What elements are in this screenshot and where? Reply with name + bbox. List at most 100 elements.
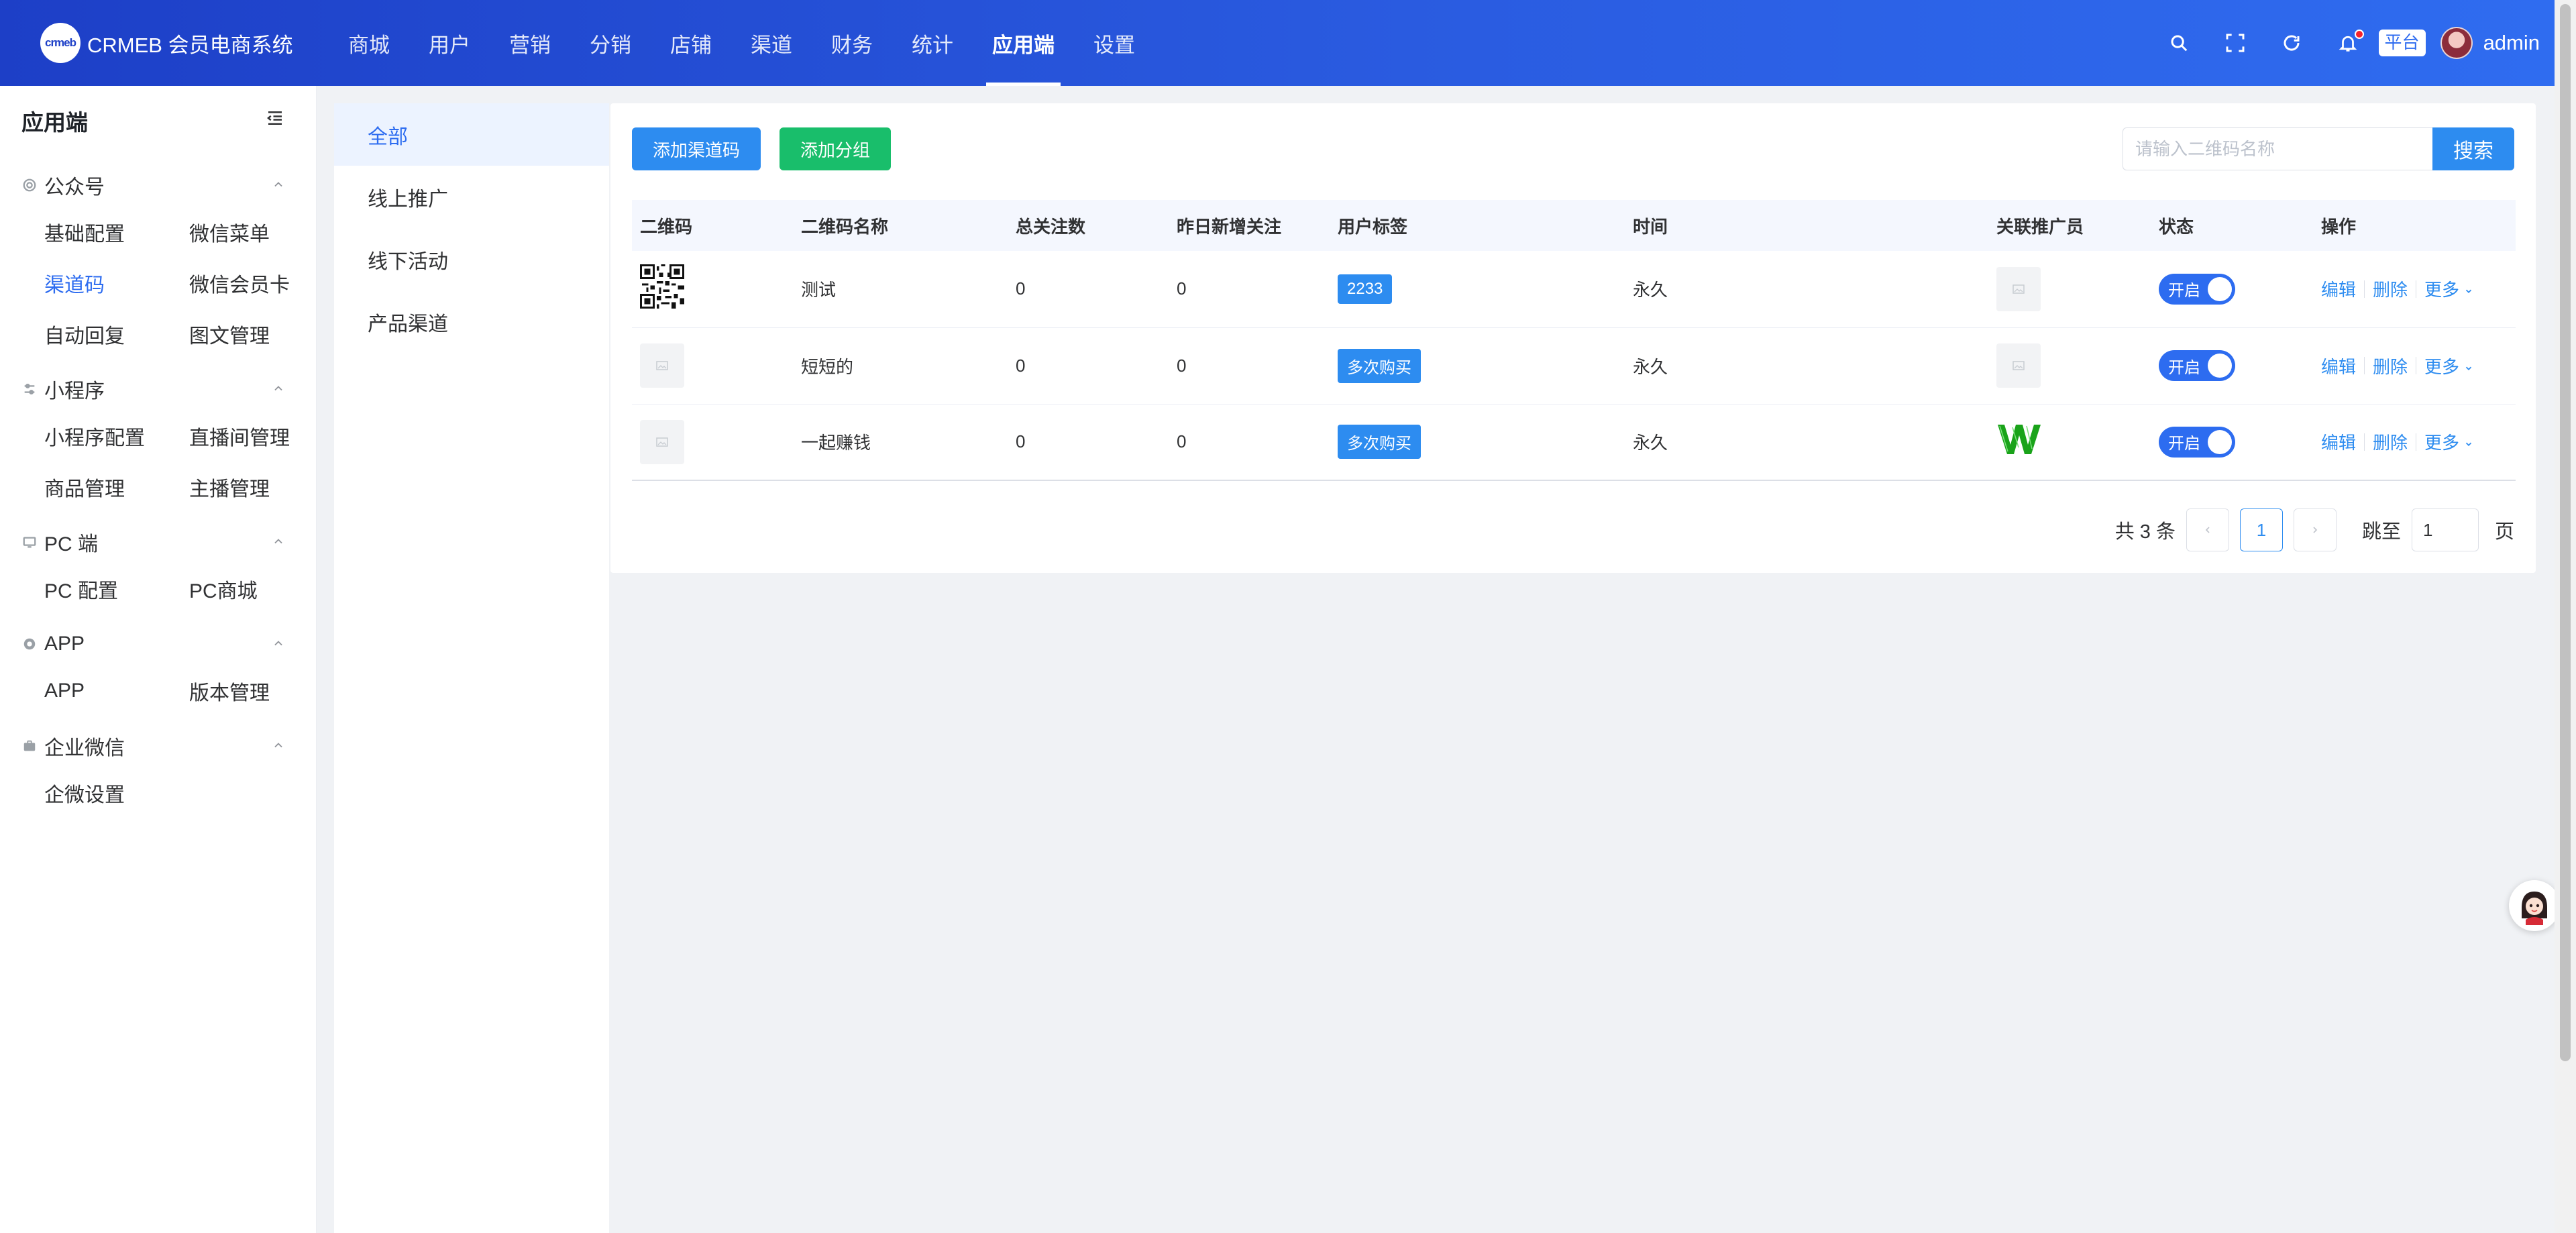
nav-item-app[interactable]: 应用端 (973, 0, 1074, 86)
qr-code-image[interactable] (640, 264, 792, 313)
sidebar-item-anchor[interactable]: 主播管理 (189, 462, 334, 513)
divider (2364, 433, 2365, 451)
nav-item-user[interactable]: 用户 (409, 0, 490, 86)
sidebar-item-mp-config[interactable]: 小程序配置 (44, 411, 189, 462)
switch-knob (2208, 429, 2232, 454)
sidebar-item-version[interactable]: 版本管理 (189, 665, 334, 716)
qr-image-placeholder-icon[interactable] (640, 343, 684, 388)
add-group-button[interactable]: 添加分组 (780, 127, 892, 170)
sidebar-item-member-card[interactable]: 微信会员卡 (189, 258, 334, 309)
search-icon[interactable] (2151, 21, 2207, 64)
sidebar-item-pc-config[interactable]: PC 配置 (44, 564, 189, 614)
official-account-icon (21, 177, 38, 193)
fullscreen-icon[interactable] (2207, 21, 2263, 64)
menu-group-official-account: 公众号 基础配置 微信菜单 渠道码 微信会员卡 自动回复 图文管理 (0, 164, 316, 360)
chevron-right-icon (2313, 527, 2318, 533)
row-actions: 编辑 删除 更多 (2321, 354, 2515, 378)
sidebar-title: 应用端 (21, 110, 88, 135)
add-channel-code-button[interactable]: 添加渠道码 (632, 127, 761, 170)
sidebar-item-live-room[interactable]: 直播间管理 (189, 411, 334, 462)
delete-link[interactable]: 删除 (2373, 354, 2408, 378)
qr-time: 永久 (1625, 404, 1988, 481)
sidebar-item-basic-config[interactable]: 基础配置 (44, 207, 189, 258)
brand-logo: crmeb (40, 23, 80, 63)
nav-item-store[interactable]: 店铺 (651, 0, 731, 86)
search-input[interactable] (2123, 127, 2432, 170)
menu-group-title[interactable]: 小程序 (0, 368, 316, 411)
sidebar-item-wechat-menu[interactable]: 微信菜单 (189, 207, 334, 258)
user-tag: 多次购买 (1338, 425, 1421, 460)
switch-knob (2208, 276, 2232, 301)
chevron-down-icon (2466, 442, 2472, 447)
collapse-menu-icon[interactable] (265, 108, 285, 133)
category-offline[interactable]: 线下活动 (334, 228, 609, 290)
edit-link[interactable]: 编辑 (2321, 354, 2356, 378)
jump-page-input[interactable]: 1 (2411, 508, 2479, 551)
username[interactable]: admin (2483, 31, 2540, 55)
status-switch-label: 开启 (2168, 435, 2200, 453)
chevron-up-icon (272, 531, 285, 553)
column-header: 二维码 (632, 200, 793, 251)
category-all[interactable]: 全部 (334, 103, 609, 166)
column-header: 二维码名称 (793, 200, 1008, 251)
divider (2364, 280, 2365, 298)
chevron-up-icon (272, 174, 285, 197)
qr-image-placeholder-icon[interactable] (640, 419, 684, 464)
platform-badge[interactable]: 平台 (2378, 30, 2426, 56)
switch-knob (2208, 354, 2232, 378)
sidebar-item-goods[interactable]: 商品管理 (44, 462, 189, 513)
sidebar-item-channel-code[interactable]: 渠道码 (44, 258, 189, 309)
promoter-avatar (1996, 422, 2150, 462)
sidebar-item-articles[interactable]: 图文管理 (189, 309, 334, 360)
nav-item-mall[interactable]: 商城 (329, 0, 409, 86)
notification-dot (2354, 30, 2364, 39)
status-switch-label: 开启 (2168, 282, 2200, 301)
status-switch[interactable]: 开启 (2159, 350, 2235, 381)
menu-group-title[interactable]: PC 端 (0, 521, 316, 564)
assistant-avatar-button[interactable] (2509, 880, 2560, 931)
edit-link[interactable]: 编辑 (2321, 276, 2356, 301)
nav-item-channel[interactable]: 渠道 (731, 0, 812, 86)
more-dropdown[interactable]: 更多 (2424, 276, 2473, 301)
sidebar-item-app[interactable]: APP (44, 665, 189, 716)
nav-item-settings[interactable]: 设置 (1074, 0, 1155, 86)
bell-icon[interactable] (2320, 21, 2376, 64)
menu-group-title[interactable]: 企业微信 (0, 725, 316, 767)
refresh-icon[interactable] (2263, 21, 2320, 64)
nav-item-statistics[interactable]: 统计 (892, 0, 973, 86)
top-header: crmeb CRMEB 会员电商系统 商城 用户 营销 分销 店铺 渠道 财务 … (0, 0, 2555, 86)
scrollbar-thumb[interactable] (2560, 4, 2571, 1061)
sidebar-item-auto-reply[interactable]: 自动回复 (44, 309, 189, 360)
qr-name: 测试 (793, 251, 1008, 328)
search-button[interactable]: 搜索 (2432, 127, 2514, 170)
divider (2364, 357, 2365, 374)
more-dropdown[interactable]: 更多 (2424, 429, 2473, 454)
chevron-up-icon (272, 378, 285, 400)
edit-link[interactable]: 编辑 (2321, 429, 2356, 454)
next-page-button[interactable] (2293, 508, 2337, 551)
status-switch[interactable]: 开启 (2159, 273, 2235, 305)
row-actions: 编辑 删除 更多 (2321, 276, 2515, 301)
category-product[interactable]: 产品渠道 (334, 290, 609, 353)
page-number-button[interactable]: 1 (2239, 508, 2283, 551)
delete-link[interactable]: 删除 (2373, 429, 2408, 454)
yesterday-new-follow: 0 (1169, 404, 1330, 481)
total-follow: 0 (1008, 251, 1169, 328)
menu-group-title[interactable]: APP (0, 623, 316, 665)
delete-link[interactable]: 删除 (2373, 276, 2408, 301)
brand[interactable]: crmeb CRMEB 会员电商系统 (40, 23, 329, 63)
total-follow: 0 (1008, 327, 1169, 405)
sidebar-item-pc-mall[interactable]: PC商城 (189, 564, 334, 614)
nav-item-marketing[interactable]: 营销 (490, 0, 570, 86)
sidebar-item-work-wechat-settings[interactable]: 企微设置 (44, 767, 189, 818)
page-scrollbar[interactable] (2555, 0, 2576, 1233)
nav-item-finance[interactable]: 财务 (812, 0, 892, 86)
status-switch[interactable]: 开启 (2159, 426, 2235, 458)
row-actions: 编辑 删除 更多 (2321, 429, 2515, 454)
category-online[interactable]: 线上推广 (334, 166, 609, 228)
nav-item-distribution[interactable]: 分销 (570, 0, 651, 86)
prev-page-button[interactable] (2186, 508, 2229, 551)
menu-group-title[interactable]: 公众号 (0, 164, 316, 207)
avatar[interactable] (2440, 27, 2473, 59)
more-dropdown[interactable]: 更多 (2424, 354, 2473, 378)
